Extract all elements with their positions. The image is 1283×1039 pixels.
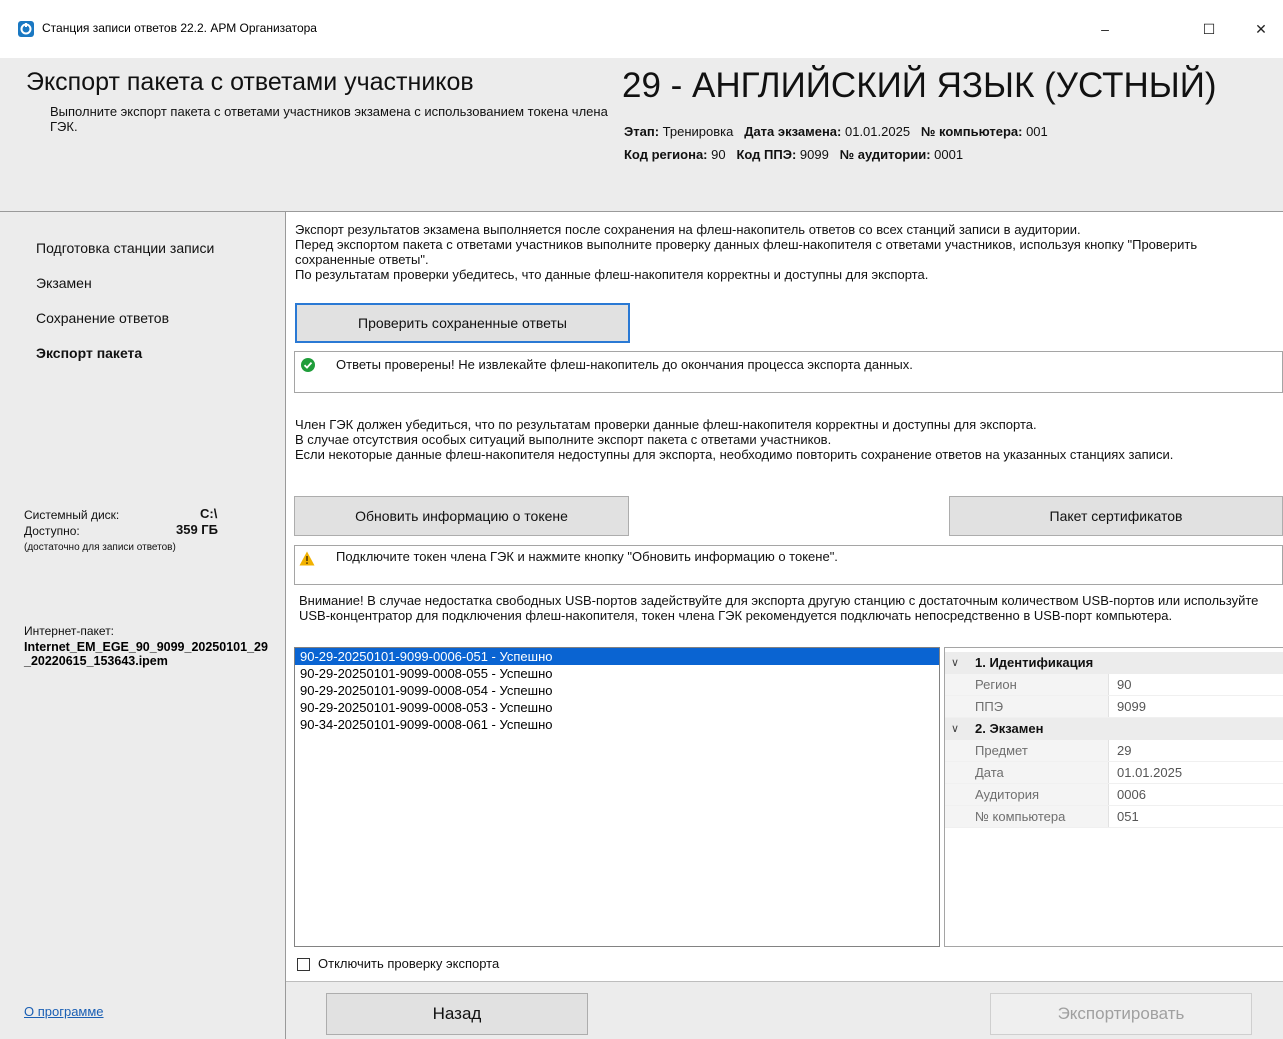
property-value: 0006 [1117,787,1146,802]
check-saved-answers-button[interactable]: Проверить сохраненные ответы [295,303,630,343]
region-label: Код региона: [624,147,708,162]
property-row[interactable]: Дата 01.01.2025 [945,762,1283,784]
stage-label: Этап: [624,124,660,139]
list-item[interactable]: 90-29-20250101-9099-0008-055 - Успешно [295,665,939,682]
stage-value: Тренировка [662,124,734,139]
gek-line: Если некоторые данные флеш-накопителя не… [295,447,1174,462]
export-files-list[interactable]: 90-29-20250101-9099-0006-051 - Успешно 9… [294,647,940,947]
maximize-button[interactable]: ☐ [1186,14,1232,44]
property-row[interactable]: ППЭ 9099 [945,696,1283,718]
intro-text: Экспорт результатов экзамена выполняется… [295,222,1280,282]
disable-export-check-label[interactable]: Отключить проверку экспорта [318,956,499,971]
property-value: 9099 [1117,699,1146,714]
check-result-text: Ответы проверены! Не извлекайте флеш-нак… [336,357,913,372]
ppe-label: Код ППЭ: [736,147,797,162]
list-item[interactable]: 90-29-20250101-9099-0008-053 - Успешно [295,699,939,716]
minimize-button[interactable]: – [1082,14,1128,44]
gek-line: В случае отсутствия особых ситуаций выпо… [295,432,832,447]
property-category-exam[interactable]: ∨ 2. Экзамен [945,718,1283,740]
internet-package-label: Интернет-пакет: [24,624,115,638]
region-value: 90 [711,147,726,162]
warning-triangle-icon [299,551,315,566]
token-status-text: Подключите токен члена ГЭК и нажмите кно… [336,549,838,564]
list-item[interactable]: 90-34-20250101-9099-0008-061 - Успешно [295,716,939,733]
property-value: 29 [1117,743,1132,758]
chevron-down-icon[interactable]: ∨ [951,718,959,740]
property-label: Дата [945,762,1109,783]
intro-line: Перед экспортом пакета с ответами участн… [295,237,1198,267]
export-button[interactable]: Экспортировать [990,993,1252,1035]
gek-line: Член ГЭК должен убедиться, что по резуль… [295,417,1037,432]
exam-meta-line-1: Этап: Тренировка Дата экзамена: 01.01.20… [624,124,1048,139]
refresh-token-button[interactable]: Обновить информацию о токене [294,496,629,536]
sidebar-item-preparation[interactable]: Подготовка станции записи [36,240,214,256]
property-value: 051 [1117,809,1139,824]
available-space-value: 359 ГБ [176,522,219,537]
list-item[interactable]: 90-29-20250101-9099-0006-051 - Успешно [295,648,939,665]
back-button[interactable]: Назад [326,993,588,1035]
list-item[interactable]: 90-29-20250101-9099-0008-054 - Успешно [295,682,939,699]
exam-date-label: Дата экзамена: [744,124,842,139]
certificates-package-button[interactable]: Пакет сертификатов [949,496,1283,536]
property-label: Предмет [945,740,1109,761]
about-link[interactable]: О программе [24,1004,104,1019]
property-label: ППЭ [945,696,1109,717]
room-label: № аудитории: [839,147,931,162]
disable-export-check-checkbox[interactable] [297,958,310,971]
system-disk-label: Системный диск: [24,508,120,522]
system-disk-value: C:\ [200,506,218,521]
room-value: 0001 [934,147,964,162]
window-title: Станция записи ответов 22.2. АРМ Организ… [42,21,317,35]
properties-grid: ∨ 1. Идентификация Регион 90 ППЭ 9099 ∨ … [944,647,1283,947]
sidebar-item-save-answers[interactable]: Сохранение ответов [36,310,169,326]
token-status-box: Подключите токен члена ГЭК и нажмите кно… [294,545,1283,585]
available-space-note: (достаточно для записи ответов) [24,542,176,553]
app-icon [18,21,34,37]
check-result-box: Ответы проверены! Не извлекайте флеш-нак… [294,351,1283,393]
property-value: 01.01.2025 [1117,765,1183,780]
page-title: Экспорт пакета с ответами участников [26,68,474,96]
exam-meta-line-2: Код региона: 90 Код ППЭ: 9099 № аудитори… [624,147,963,162]
ppe-value: 9099 [799,147,829,162]
internet-package-value: Internet_EM_EGE_90_9099_20250101_29_2022… [24,640,268,668]
computer-label: № компьютера: [920,124,1023,139]
close-button[interactable]: ✕ [1238,14,1283,44]
title-bar: Станция записи ответов 22.2. АРМ Организ… [0,0,1283,58]
intro-line: Экспорт результатов экзамена выполняется… [295,222,1081,237]
category-label: 1. Идентификация [975,655,1094,670]
available-space-label: Доступно: [24,524,80,538]
property-label: № компьютера [945,806,1109,827]
property-row[interactable]: Предмет 29 [945,740,1283,762]
property-category-identification[interactable]: ∨ 1. Идентификация [945,652,1283,674]
usb-warning-text: Внимание! В случае недостатка свободных … [299,593,1259,623]
property-value: 90 [1117,677,1132,692]
intro-line: По результатам проверки убедитесь, что д… [295,267,929,282]
property-label: Аудитория [945,784,1109,805]
sidebar-item-exam[interactable]: Экзамен [36,275,92,291]
gek-instructions: Член ГЭК должен убедиться, что по резуль… [295,417,1280,462]
bottom-bar: Назад Экспортировать [286,981,1283,1039]
property-row[interactable]: № компьютера 051 [945,806,1283,828]
computer-value: 001 [1026,124,1048,139]
page-header: Экспорт пакета с ответами участников Вып… [0,58,1283,212]
property-row[interactable]: Регион 90 [945,674,1283,696]
exam-subject: 29 - АНГЛИЙСКИЙ ЯЗЫК (УСТНЫЙ) [622,66,1217,105]
sidebar-item-export-package[interactable]: Экспорт пакета [36,345,142,361]
page-subtitle: Выполните экспорт пакета с ответами учас… [50,104,608,134]
exam-date-value: 01.01.2025 [844,124,911,139]
sidebar: Подготовка станции записи Экзамен Сохран… [0,212,286,1039]
property-row[interactable]: Аудитория 0006 [945,784,1283,806]
category-label: 2. Экзамен [975,721,1044,736]
property-label: Регион [945,674,1109,695]
chevron-down-icon[interactable]: ∨ [951,652,959,674]
check-circle-icon [301,358,315,372]
